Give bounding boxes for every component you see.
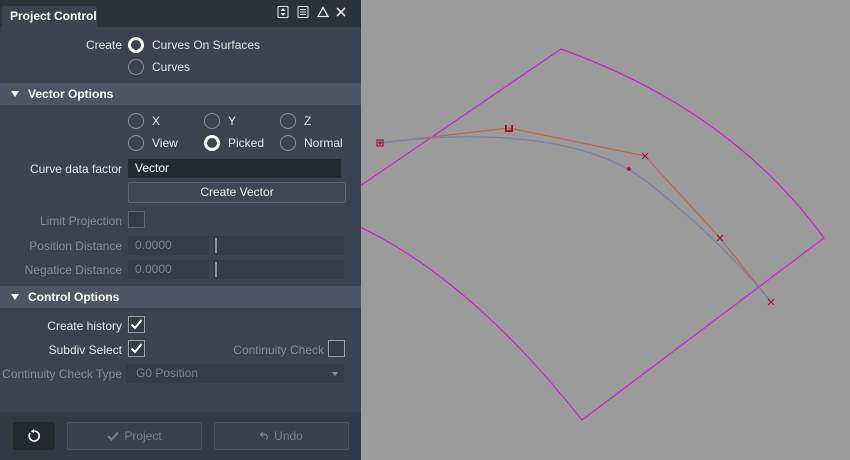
- checkmark-icon: [130, 319, 143, 330]
- list-icon[interactable]: [296, 6, 310, 20]
- radio-view-label: View: [152, 136, 178, 150]
- sort-icon[interactable]: [276, 6, 290, 20]
- radio-picked-label: Picked: [228, 136, 265, 150]
- radio-y-label: Y: [228, 114, 237, 128]
- subdiv-select-label: Subdiv Select: [48, 343, 122, 357]
- control-options-title: Control Options: [28, 290, 120, 304]
- continuity-check-type-dropdown[interactable]: G0 Position: [126, 364, 344, 383]
- radio-normal[interactable]: [280, 135, 296, 151]
- panel-titlebar: Project Control: [0, 0, 361, 27]
- limit-projection-checkbox[interactable]: [128, 211, 145, 228]
- project-button-label: Project: [124, 429, 162, 443]
- 3d-viewport[interactable]: [361, 0, 850, 460]
- radio-curves-on-surfaces-label: Curves On Surfaces: [152, 38, 261, 52]
- continuity-check-type-label: Continuity Check Type: [2, 367, 122, 381]
- create-history-label: Create history: [47, 319, 122, 333]
- cv-start-cross-icon: [378, 141, 382, 145]
- position-distance-label: Position Distance: [29, 239, 122, 253]
- vector-options-title: Vector Options: [28, 87, 114, 101]
- slider-handle[interactable]: [215, 262, 217, 277]
- radio-y[interactable]: [204, 113, 220, 129]
- radio-z[interactable]: [280, 113, 296, 129]
- project-button[interactable]: Project: [67, 422, 202, 450]
- undo-button[interactable]: Undo: [214, 422, 349, 450]
- position-distance-field[interactable]: 0.0000: [128, 236, 209, 255]
- cv-end-icon[interactable]: [767, 298, 775, 306]
- control-vertices[interactable]: [376, 125, 775, 306]
- radio-x-label: X: [152, 114, 161, 128]
- triangle-icon[interactable]: [316, 6, 330, 20]
- continuity-check-type-value: G0 Position: [136, 366, 199, 380]
- reset-icon: [28, 429, 40, 442]
- radio-z-label: Z: [304, 114, 312, 128]
- radio-normal-label: Normal: [304, 136, 343, 150]
- radio-view[interactable]: [128, 135, 144, 151]
- radio-curves[interactable]: [128, 59, 144, 75]
- subdiv-select-checkbox[interactable]: [128, 340, 145, 357]
- radio-x[interactable]: [128, 113, 144, 129]
- continuity-check-checkbox[interactable]: [328, 340, 345, 357]
- create-label: Create: [85, 38, 122, 52]
- vector-options-header[interactable]: Vector Options: [0, 83, 361, 105]
- negative-distance-label: Negatice Distance: [24, 263, 122, 277]
- negative-distance-slider[interactable]: [213, 260, 344, 279]
- panel-title-tab[interactable]: Project Control: [2, 6, 97, 27]
- edit-point-icon[interactable]: [627, 167, 631, 171]
- chevron-down-icon: [332, 372, 338, 376]
- radio-curves-on-surfaces[interactable]: [128, 37, 144, 53]
- viewport-canvas[interactable]: [361, 0, 850, 460]
- curve-data-factor-label: Curve data factor: [29, 162, 122, 176]
- checkmark-icon: [107, 431, 120, 441]
- panel-footer: Project Undo: [0, 412, 361, 460]
- checkmark-icon: [130, 343, 143, 354]
- slider-handle[interactable]: [215, 238, 217, 253]
- limit-projection-label: Limit Projection: [39, 214, 122, 228]
- negative-distance-field[interactable]: 0.0000: [128, 260, 209, 279]
- undo-button-label: Undo: [274, 429, 303, 443]
- project-control-panel: Project Control Create Curves On Surface…: [0, 0, 361, 460]
- close-icon[interactable]: [334, 6, 348, 20]
- continuity-check-label: Continuity Check: [233, 343, 324, 357]
- undo-icon: [259, 431, 269, 440]
- position-distance-slider[interactable]: [213, 236, 344, 255]
- surface-boundary[interactable]: [361, 48, 825, 421]
- create-vector-button[interactable]: Create Vector: [128, 182, 346, 203]
- cv-marker-icon[interactable]: [716, 234, 724, 242]
- curve-data-factor-field[interactable]: Vector: [128, 159, 341, 178]
- control-options-header[interactable]: Control Options: [0, 286, 361, 308]
- radio-picked[interactable]: [204, 135, 220, 151]
- reset-button[interactable]: [13, 422, 55, 450]
- projected-curve[interactable]: [379, 136, 772, 303]
- collapse-triangle-icon: [11, 91, 19, 97]
- collapse-triangle-icon: [11, 294, 19, 300]
- create-history-checkbox[interactable]: [128, 316, 145, 333]
- radio-curves-label: Curves: [152, 60, 191, 74]
